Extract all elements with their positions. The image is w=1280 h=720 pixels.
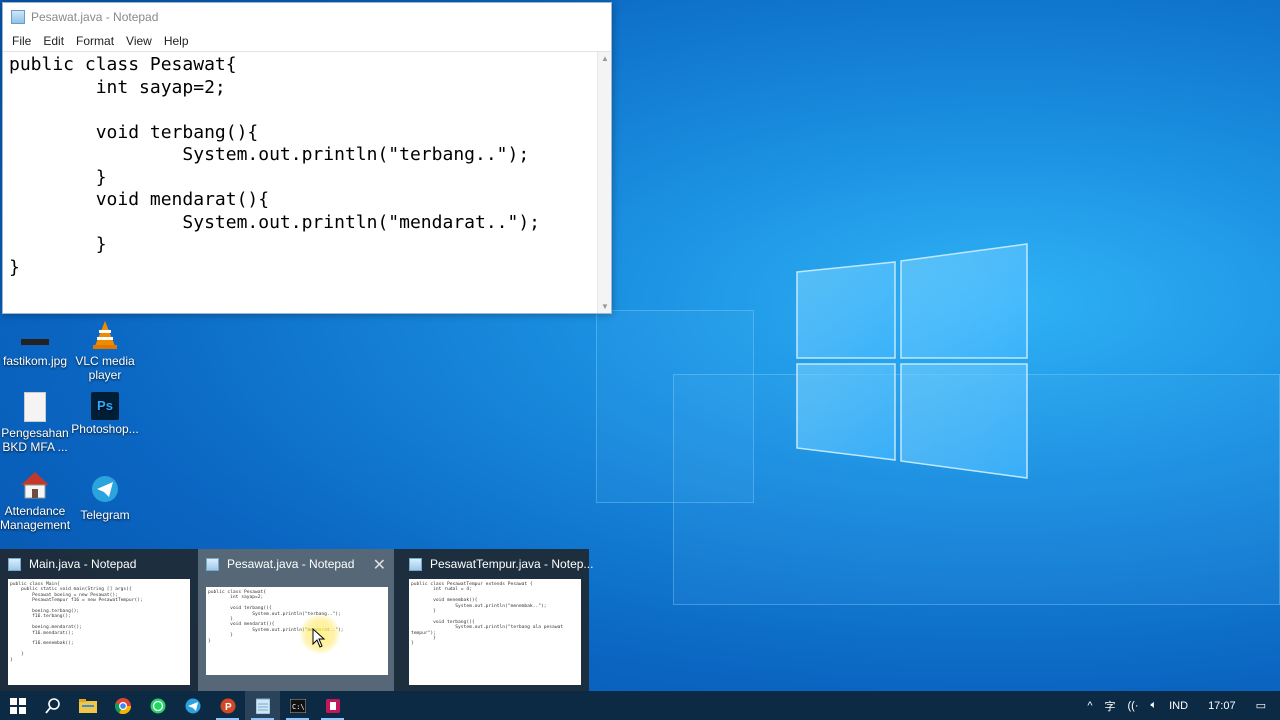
wifi-icon[interactable]: ((·: [1122, 700, 1145, 712]
thumbnail-pesawat-java[interactable]: Pesawat.java - Notepad ✕ public class Pes…: [198, 549, 394, 691]
menu-view[interactable]: View: [120, 34, 158, 48]
search-button[interactable]: [35, 691, 70, 720]
thumbnail-preview-text: public class Main{ public static void ma…: [10, 582, 143, 663]
menu-help[interactable]: Help: [158, 34, 195, 48]
windows-logo-icon: [796, 243, 1028, 479]
attendance-house-icon: [18, 468, 52, 502]
window-title-bar[interactable]: Pesawat.java - Notepad: [3, 3, 611, 31]
desktop-icon-telegram[interactable]: Telegram: [70, 472, 140, 522]
taskbar-telegram[interactable]: [175, 691, 210, 720]
input-method-icon[interactable]: 字: [1099, 698, 1122, 714]
mouse-pointer-icon: [312, 628, 326, 648]
clock[interactable]: 17:07: [1194, 700, 1250, 712]
code-text[interactable]: public class Pesawat{ int sayap=2; void …: [9, 54, 540, 279]
system-tray: ^ 字 ((· 🔈︎ IND 17:07 ▭: [1081, 691, 1280, 720]
desktop-icon-photoshop[interactable]: Ps Photoshop...: [70, 392, 140, 436]
search-icon: [44, 697, 60, 714]
desktop-icon-label: Pengesahan BKD MFA ...: [1, 426, 69, 454]
desktop-icon-pengesahan[interactable]: Pengesahan BKD MFA ...: [0, 390, 70, 454]
desktop-icon-label: fastikom.jpg: [2, 354, 68, 368]
notepad-window[interactable]: Pesawat.java - Notepad File Edit Format …: [2, 2, 612, 314]
taskbar-app[interactable]: [315, 691, 350, 720]
taskbar: P C:\ ^ 字 ((· 🔈︎ IND 17:07 ▭: [0, 691, 1280, 720]
vlc-cone-icon: [88, 318, 122, 352]
taskbar-notepad[interactable]: [245, 691, 280, 720]
thumbnail-title: Pesawat.java - Notepad: [227, 557, 355, 571]
notepad-icon: [11, 10, 25, 24]
scroll-down-icon[interactable]: ▼: [601, 302, 609, 311]
thumbnail-pesawattempur-java[interactable]: PesawatTempur.java - Notep... public cla…: [401, 549, 597, 691]
desktop-icon-label: Attendance Management: [0, 504, 71, 532]
notepad-icon: [206, 557, 219, 571]
chrome-icon: [114, 697, 131, 714]
menu-edit[interactable]: Edit: [37, 34, 70, 48]
taskbar-file-explorer[interactable]: [70, 691, 105, 720]
window-title: Pesawat.java - Notepad: [31, 10, 159, 24]
chevron-up-icon[interactable]: ^: [1081, 700, 1098, 712]
thumbnail-preview[interactable]: public class Pesawat{ int sayap=2; void …: [206, 587, 388, 675]
thumbnail-title: PesawatTempur.java - Notep...: [430, 557, 594, 571]
start-button[interactable]: [0, 691, 35, 720]
notepad-icon: [255, 698, 270, 714]
notepad-icon: [409, 557, 422, 571]
volume-icon[interactable]: 🔈︎: [1145, 699, 1164, 712]
menu-bar: File Edit Format View Help: [3, 31, 611, 51]
desktop-icon-attendance[interactable]: Attendance Management: [0, 468, 70, 532]
scroll-up-icon[interactable]: ▲: [601, 54, 609, 63]
thumbnail-title: Main.java - Notepad: [29, 557, 137, 571]
text-editor-area[interactable]: public class Pesawat{ int sayap=2; void …: [3, 51, 611, 313]
image-file-icon: [18, 322, 52, 352]
telegram-icon: [88, 472, 122, 506]
taskbar-powerpoint[interactable]: P: [210, 691, 245, 720]
notification-icon[interactable]: ▭: [1250, 699, 1280, 712]
app-icon: [325, 698, 340, 713]
language-indicator[interactable]: IND: [1163, 700, 1194, 712]
desktop-icon-label: Telegram: [80, 508, 130, 522]
whatsapp-icon: [150, 698, 165, 713]
file-explorer-icon: [78, 698, 97, 713]
start-icon: [9, 697, 26, 714]
thumbnail-preview-text: public class PesawatTempur extends Pesaw…: [411, 582, 564, 647]
taskbar-cmd[interactable]: C:\: [280, 691, 315, 720]
cmd-icon: C:\: [289, 698, 306, 713]
taskbar-thumbnail-popup: Main.java - Notepad public class Main{ p…: [0, 549, 593, 691]
vertical-scrollbar[interactable]: ▲ ▼: [597, 52, 611, 313]
desktop-icon-label: Photoshop...: [71, 422, 139, 436]
powerpoint-icon: P: [220, 698, 235, 713]
thumbnail-preview-text: public class Pesawat{ int sayap=2; void …: [208, 590, 344, 644]
notepad-icon: [8, 557, 21, 571]
desktop-icon-label: VLC media player: [75, 354, 135, 382]
photoshop-icon: Ps: [91, 392, 119, 420]
telegram-icon: [185, 698, 200, 713]
close-icon[interactable]: ✕: [373, 555, 386, 575]
thumbnail-main-java[interactable]: Main.java - Notepad public class Main{ p…: [0, 549, 196, 691]
menu-file[interactable]: File: [6, 34, 37, 48]
menu-format[interactable]: Format: [70, 34, 120, 48]
thumbnail-preview[interactable]: public class PesawatTempur extends Pesaw…: [409, 579, 581, 685]
desktop-icon-vlc[interactable]: VLC media player: [70, 318, 140, 382]
taskbar-whatsapp[interactable]: [140, 691, 175, 720]
desktop-icon-fastikom[interactable]: fastikom.jpg: [0, 322, 70, 368]
document-file-icon: [18, 390, 52, 424]
thumbnail-preview[interactable]: public class Main{ public static void ma…: [8, 579, 190, 685]
taskbar-chrome[interactable]: [105, 691, 140, 720]
svg-text:C:\: C:\: [292, 703, 305, 711]
svg-text:P: P: [225, 702, 232, 713]
